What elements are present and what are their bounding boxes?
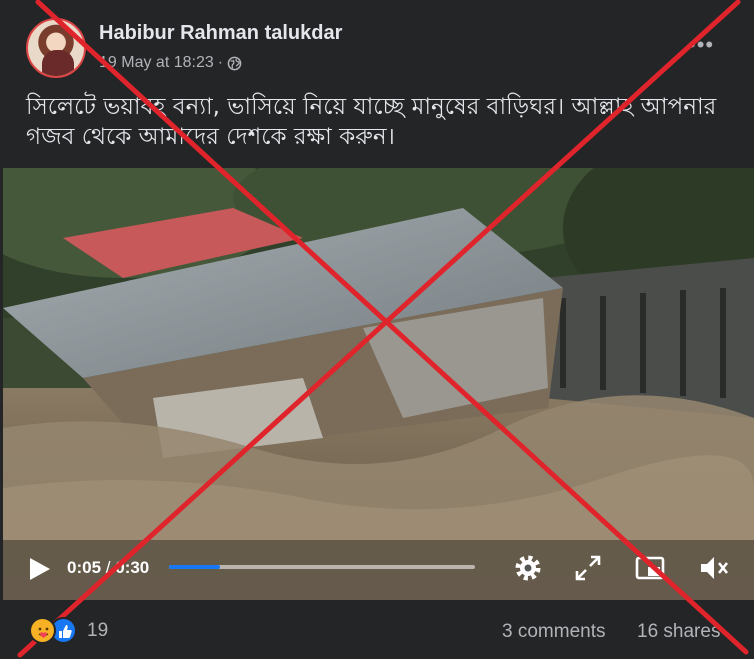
duration: 0:30: [115, 558, 150, 577]
progress-bar[interactable]: [169, 565, 475, 569]
video-time: 0:05 / 0:30: [67, 558, 149, 578]
reaction-count: 19: [87, 619, 109, 641]
picture-in-picture-icon[interactable]: [633, 551, 667, 585]
care-reaction-icon: [29, 617, 56, 644]
play-icon[interactable]: [25, 555, 53, 583]
author-avatar[interactable]: [26, 18, 86, 78]
globe-icon: [227, 56, 242, 70]
mute-icon[interactable]: [697, 551, 731, 585]
comments-count[interactable]: 3 comments: [502, 621, 605, 643]
time-separator: /: [105, 558, 111, 577]
more-options-icon[interactable]: •••: [688, 32, 714, 58]
video-controls: 0:05 / 0:30: [3, 540, 754, 600]
reactions-summary[interactable]: 19: [29, 617, 108, 644]
fullscreen-expand-icon[interactable]: [571, 551, 605, 585]
flood-video-frame: [3, 168, 754, 600]
post-caption: সিলেটে ভয়াবহ বন্যা, ভাসিয়ে নিয়ে যাচ্ছ…: [26, 94, 717, 150]
post-meta: 19 May at 18:23 ·: [99, 54, 242, 72]
shares-count[interactable]: 16 shares: [637, 621, 720, 643]
progress-fill: [169, 565, 221, 569]
settings-gear-icon[interactable]: [511, 551, 545, 585]
post-engagement: 19 3 comments 16 shares: [0, 605, 754, 659]
author-name[interactable]: Habibur Rahman talukdar: [99, 22, 342, 45]
video-player[interactable]: 0:05 / 0:30: [3, 168, 754, 600]
post-date[interactable]: 19 May at 18:23: [99, 54, 214, 72]
post-header: Habibur Rahman talukdar 19 May at 18:23 …: [0, 0, 754, 90]
current-time: 0:05: [67, 558, 102, 577]
meta-separator: ·: [217, 54, 224, 71]
facebook-post: Habibur Rahman talukdar 19 May at 18:23 …: [0, 0, 754, 659]
